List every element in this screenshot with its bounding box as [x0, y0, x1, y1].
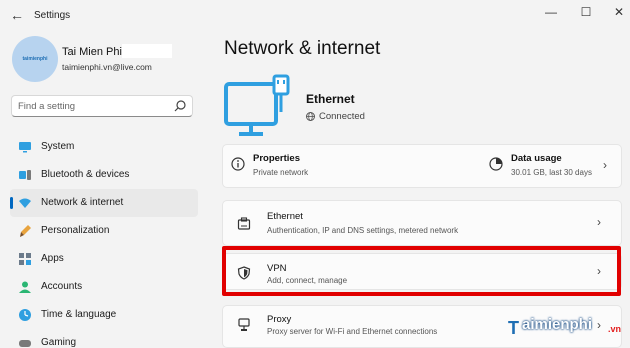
profile-email: taimienphi.vn@live.com — [62, 62, 152, 72]
sidebar-item-label: Network & internet — [41, 197, 124, 208]
person-icon — [19, 281, 31, 293]
avatar-logo-text: taimienphi — [22, 56, 48, 62]
redaction-mask — [122, 44, 172, 58]
globe-clock-icon — [19, 309, 31, 321]
sidebar-item-label: Apps — [41, 253, 64, 264]
bluetooth-icon — [19, 170, 31, 180]
page-title: Network & internet — [224, 38, 381, 59]
sidebar-item-network[interactable]: Network & internet — [10, 189, 198, 217]
app-title: Settings — [34, 10, 71, 21]
proxy-row-desc: Proxy server for Wi-Fi and Ethernet conn… — [267, 327, 438, 336]
back-button[interactable]: ← — [8, 6, 26, 24]
search-input[interactable] — [18, 99, 168, 113]
sidebar-item-label: Gaming — [41, 337, 77, 348]
sidebar-item-gaming[interactable]: Gaming — [10, 329, 198, 348]
title-bar: ← Settings — ☐ ✕ — [0, 0, 630, 30]
active-indicator — [10, 197, 13, 209]
minimize-button[interactable]: — — [534, 2, 568, 22]
maximize-button[interactable]: ☐ — [569, 2, 603, 22]
watermark-text: aimienphi — [522, 316, 593, 333]
chevron-right-icon[interactable]: › — [603, 158, 613, 172]
globe-status-icon — [306, 112, 315, 121]
watermark-suffix: .vn — [608, 324, 622, 334]
sidebar-item-label: System — [41, 141, 75, 152]
ethernet-monitor-icon — [224, 74, 290, 136]
search-icon[interactable] — [173, 99, 187, 113]
sidebar-item-personalization[interactable]: Personalization — [10, 217, 198, 245]
properties-desc: Private network — [253, 168, 309, 177]
info-icon — [231, 157, 245, 171]
sidebar-item-time-language[interactable]: Time & language — [10, 301, 198, 329]
properties-item[interactable]: Properties Private network — [231, 149, 411, 183]
gamepad-icon — [19, 340, 31, 347]
sidebar-item-label: Accounts — [41, 281, 83, 292]
data-usage-icon — [489, 157, 503, 171]
connection-status-text: Connected — [319, 111, 365, 122]
sidebar-item-system[interactable]: System — [10, 133, 198, 161]
ethernet-row-desc: Authentication, IP and DNS settings, met… — [267, 226, 459, 235]
sidebar-item-label: Bluetooth & devices — [41, 169, 130, 180]
data-usage-item[interactable]: Data usage 30.01 GB, last 30 days — [489, 149, 615, 183]
sidebar-item-bluetooth[interactable]: Bluetooth & devices — [10, 161, 198, 189]
monitor-icon — [19, 142, 31, 153]
sidebar-item-apps[interactable]: Apps — [10, 245, 198, 273]
sidebar-item-accounts[interactable]: Accounts — [10, 273, 198, 301]
watermark-logo: T aimienphi .vn — [508, 314, 626, 344]
ethernet-settings-row[interactable]: Ethernet Authentication, IP and DNS sett… — [222, 200, 622, 246]
proxy-icon — [238, 318, 250, 331]
vpn-highlight-box — [222, 246, 621, 296]
close-button[interactable]: ✕ — [602, 2, 630, 22]
sidebar-item-label: Time & language — [41, 309, 117, 320]
properties-label: Properties — [253, 153, 300, 164]
brush-icon — [20, 225, 31, 237]
sidebar-item-label: Personalization — [41, 225, 110, 236]
connection-name: Ethernet — [306, 92, 355, 106]
wifi-icon — [19, 198, 31, 208]
user-profile[interactable]: taimienphi Tai Mien Phi taimienphi.vn@li… — [12, 36, 192, 86]
search-box[interactable] — [11, 95, 193, 117]
data-usage-label: Data usage — [511, 153, 562, 164]
data-usage-desc: 30.01 GB, last 30 days — [511, 168, 592, 177]
connection-info-card: Properties Private network Data usage 30… — [222, 144, 622, 188]
sidebar-nav: System Bluetooth & devices Network & int… — [10, 133, 198, 348]
profile-name: Tai Mien Phi — [62, 46, 122, 58]
apps-icon — [19, 253, 31, 265]
ethernet-port-icon — [237, 217, 251, 230]
ethernet-row-label: Ethernet — [267, 211, 303, 222]
avatar: taimienphi — [12, 36, 58, 82]
proxy-row-label: Proxy — [267, 314, 292, 325]
chevron-right-icon: › — [597, 215, 601, 229]
